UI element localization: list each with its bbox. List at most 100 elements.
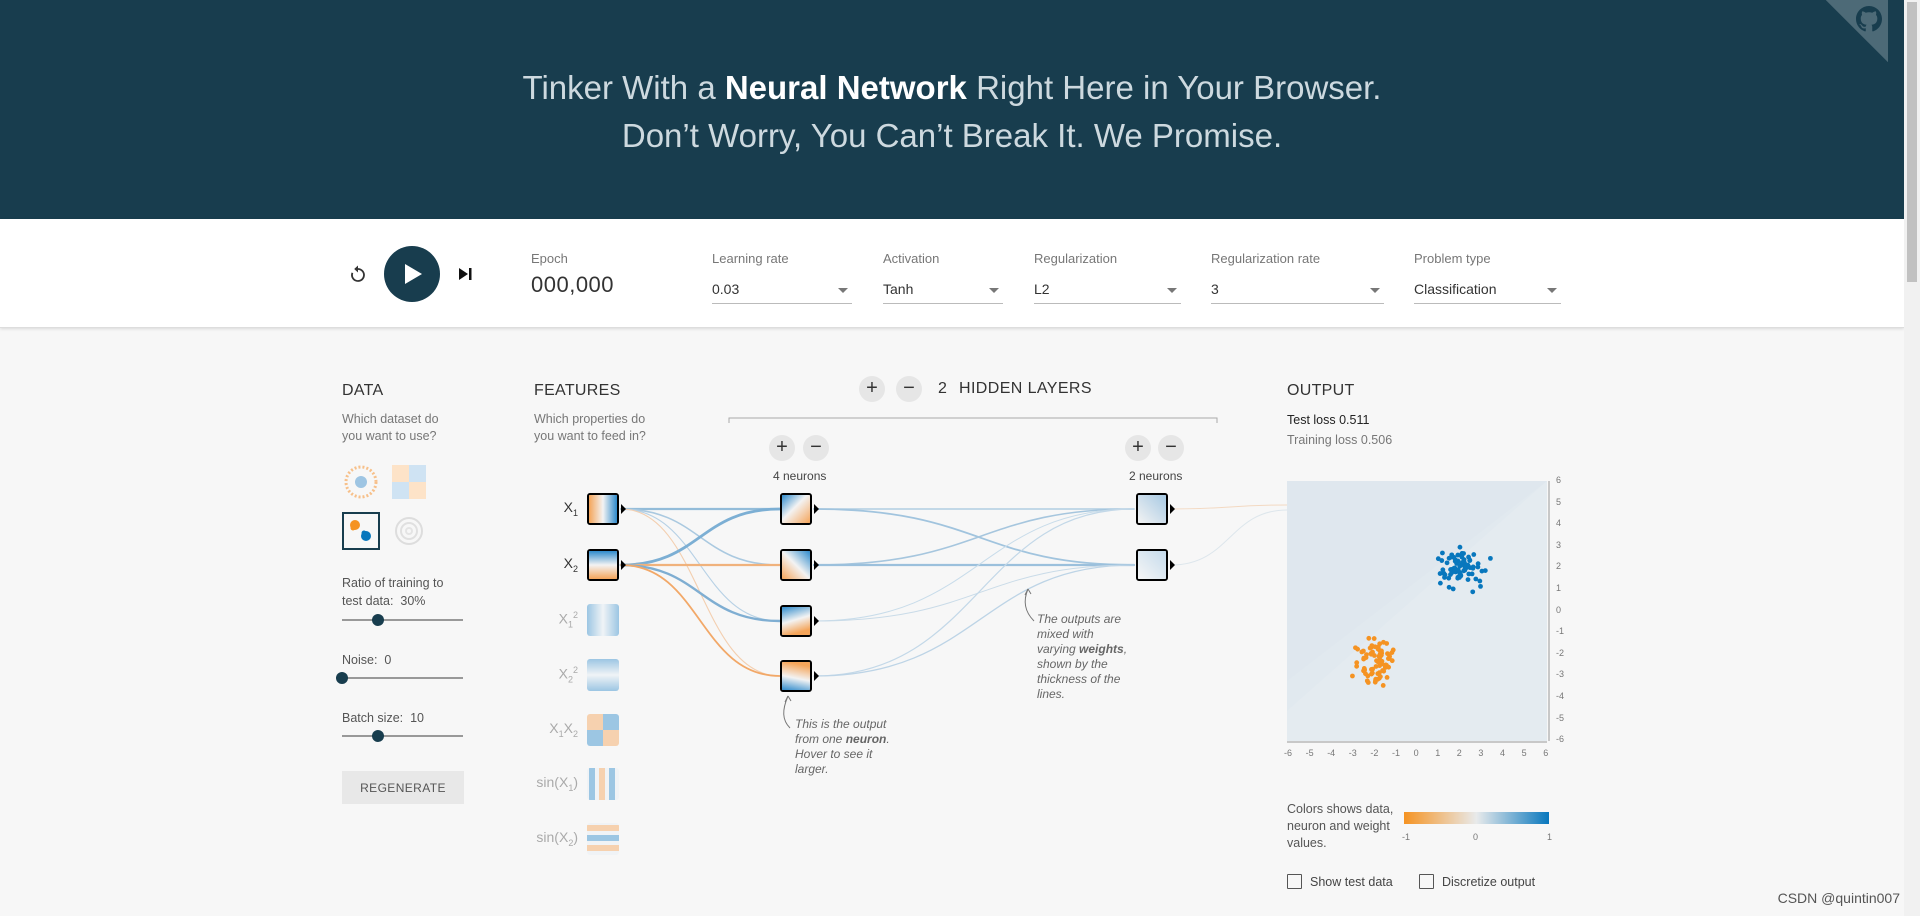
blue-point xyxy=(1478,583,1483,589)
feature-heatmap xyxy=(587,714,619,746)
blue-point xyxy=(1475,561,1481,567)
orange-point xyxy=(1380,683,1386,688)
neuron-heatmap xyxy=(782,551,810,579)
feature-heatmap xyxy=(587,768,619,800)
y-axis-tick: 1 xyxy=(1556,583,1562,593)
note-weights: The outputs are mixed with varying weigh… xyxy=(1037,612,1132,702)
remove-neuron-layer2-button[interactable]: − xyxy=(1158,435,1184,461)
orange-point xyxy=(1359,649,1365,655)
blue-point xyxy=(1446,584,1452,590)
add-neuron-layer1-button[interactable]: + xyxy=(769,435,795,461)
output-title: OUTPUT xyxy=(1287,382,1355,399)
node-output-arrow xyxy=(814,504,819,514)
x-axis-tick: -1 xyxy=(1392,748,1401,758)
note-neuron: This is the output from one neuron. Hove… xyxy=(795,717,895,777)
neuron-layer1-4[interactable] xyxy=(780,660,812,692)
y-axis-tick: 6 xyxy=(1556,475,1562,485)
x-axis-tick: 1 xyxy=(1435,748,1441,758)
feature-heatmap xyxy=(589,495,617,523)
orange-point xyxy=(1365,680,1371,685)
training-loss: Training loss 0.506 xyxy=(1287,433,1393,447)
x-axis-tick: -3 xyxy=(1348,748,1357,758)
x-axis-tick: 5 xyxy=(1521,748,1527,758)
orange-point xyxy=(1371,636,1377,641)
orange-point xyxy=(1350,673,1355,679)
add-neuron-layer2-button[interactable]: + xyxy=(1125,435,1151,461)
colorbar-tick-mid: 0 xyxy=(1473,832,1479,842)
remove-layer-button[interactable]: − xyxy=(896,376,922,402)
node-output-arrow xyxy=(814,560,819,570)
blue-point xyxy=(1459,554,1465,560)
minus-icon: − xyxy=(810,436,822,458)
blue-point xyxy=(1446,575,1452,581)
neuron-heatmap xyxy=(1138,495,1166,523)
blue-point xyxy=(1440,550,1445,556)
scrollbar-thumb[interactable] xyxy=(1907,2,1917,282)
blue-point xyxy=(1463,563,1469,569)
blue-point xyxy=(1470,589,1476,595)
discretize-output-checkbox[interactable]: Discretize output xyxy=(1419,874,1535,889)
orange-point xyxy=(1354,663,1360,669)
orange-point xyxy=(1384,675,1390,680)
show-test-data-checkbox[interactable]: Show test data xyxy=(1287,874,1393,889)
feature-node-x1-squared[interactable] xyxy=(587,604,619,636)
feature-node-x2-squared[interactable] xyxy=(587,659,619,691)
neuron-layer1-1[interactable] xyxy=(780,493,812,525)
blue-point xyxy=(1439,558,1445,563)
neuron-heatmap xyxy=(1138,551,1166,579)
neuron-heatmap xyxy=(782,607,810,635)
remove-neuron-layer1-button[interactable]: − xyxy=(803,435,829,461)
orange-point xyxy=(1375,671,1381,677)
feature-heatmap xyxy=(587,659,619,691)
feature-node-x2[interactable] xyxy=(587,549,619,581)
blue-point xyxy=(1466,554,1471,560)
feature-heatmap xyxy=(587,604,619,636)
y-axis-tick: 0 xyxy=(1556,604,1562,615)
plus-icon: + xyxy=(1132,436,1144,458)
y-axis-tick: 3 xyxy=(1556,539,1562,550)
node-output-arrow xyxy=(1170,504,1175,514)
checkbox-icon xyxy=(1287,874,1302,889)
blue-point xyxy=(1465,577,1471,583)
orange-point xyxy=(1368,651,1374,656)
node-output-arrow xyxy=(814,671,819,681)
orange-point xyxy=(1366,635,1372,641)
add-layer-button[interactable]: + xyxy=(859,376,885,402)
neuron-layer1-2[interactable] xyxy=(780,549,812,581)
page-scrollbar[interactable] xyxy=(1904,0,1920,916)
node-output-arrow xyxy=(621,560,626,570)
neuron-layer2-1[interactable] xyxy=(1136,493,1168,525)
orange-point xyxy=(1372,679,1378,685)
layer1-neurons-label: 4 neurons xyxy=(773,469,827,483)
x-axis-tick: 6 xyxy=(1543,748,1549,758)
node-output-arrow xyxy=(1170,560,1175,570)
x-axis-tick: 0 xyxy=(1413,748,1419,758)
orange-point xyxy=(1389,658,1395,664)
y-axis-tick: -6 xyxy=(1556,734,1565,745)
orange-point xyxy=(1375,646,1381,652)
neuron-layer2-2[interactable] xyxy=(1136,549,1168,581)
blue-point xyxy=(1444,560,1450,566)
x-axis-tick: 4 xyxy=(1500,748,1506,758)
node-output-arrow xyxy=(814,616,819,626)
blue-point xyxy=(1448,554,1454,560)
feature-node-sin-x2[interactable] xyxy=(587,823,619,855)
y-axis-tick: -3 xyxy=(1556,669,1565,680)
feature-node-sin-x1[interactable] xyxy=(587,768,619,800)
hidden-layers-bracket xyxy=(728,417,1218,423)
feature-heatmap xyxy=(587,823,619,855)
feature-node-x1x2[interactable] xyxy=(587,714,619,746)
blue-point xyxy=(1457,544,1463,550)
feature-node-x1[interactable] xyxy=(587,493,619,525)
orange-point xyxy=(1390,647,1396,653)
neuron-layer1-3[interactable] xyxy=(780,605,812,637)
y-axis-tick: -5 xyxy=(1556,712,1565,723)
note-weights-bold: weights xyxy=(1079,642,1124,656)
network-links xyxy=(619,504,1288,677)
blue-point xyxy=(1469,571,1475,577)
hidden-layers-label: HIDDEN LAYERS xyxy=(959,380,1092,397)
x-axis-tick: 2 xyxy=(1456,748,1462,758)
orange-point xyxy=(1365,673,1371,679)
minus-icon: − xyxy=(1165,436,1177,458)
blue-point xyxy=(1471,552,1477,557)
